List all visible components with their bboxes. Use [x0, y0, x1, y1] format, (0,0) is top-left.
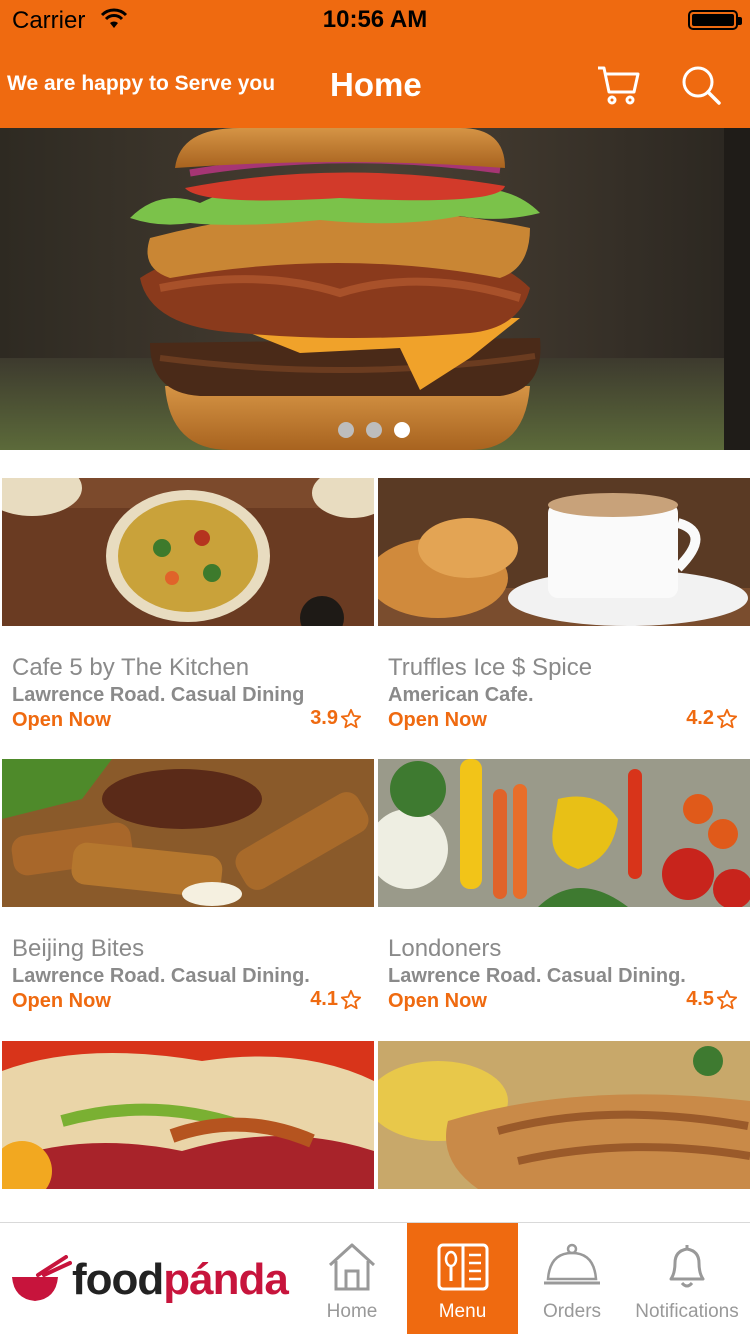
rating-value: 4.5: [686, 988, 714, 1010]
brand-text-panda: pánda: [163, 1255, 289, 1304]
open-status: Open Now: [388, 709, 487, 731]
restaurant-subtitle: Lawrence Road. Casual Dining.: [388, 965, 686, 987]
open-status: Open Now: [388, 990, 487, 1012]
restaurant-card[interactable]: Cafe 5 by The Kitchen Lawrence Road. Cas…: [0, 478, 374, 738]
bell-icon: [669, 1245, 705, 1288]
bowl-icon: [12, 1255, 72, 1301]
page-title: Home: [330, 66, 422, 103]
star-icon: [340, 708, 362, 728]
rating: 4.1: [310, 988, 362, 1011]
tab-bar: foodpánda Home Menu Orders Notifications: [0, 1222, 750, 1334]
restaurant-card[interactable]: Beijing Bites Lawrence Road. Casual Dini…: [0, 759, 374, 1019]
burger-image: [0, 128, 750, 450]
rating-value: 4.2: [686, 707, 714, 729]
rating: 4.5: [686, 988, 738, 1011]
restaurant-name: Londoners: [388, 935, 502, 962]
star-icon: [716, 708, 738, 728]
menu-book-icon: [437, 1243, 488, 1291]
carousel-dot-active[interactable]: [394, 422, 410, 438]
tab-menu[interactable]: Menu: [407, 1223, 518, 1334]
restaurant-card[interactable]: Londoners Lawrence Road. Casual Dining. …: [376, 759, 750, 1019]
restaurant-name: Cafe 5 by The Kitchen: [12, 654, 250, 681]
carousel-indicator[interactable]: [338, 422, 410, 440]
restaurant-subtitle: Lawrence Road. Casual Dining.: [12, 965, 310, 987]
restaurant-image: [2, 1041, 374, 1189]
restaurant-subtitle: Lawrence Road. Casual Dining: [12, 684, 305, 706]
tab-notifications[interactable]: Notifications: [626, 1223, 748, 1334]
foodpanda-logo: foodpánda: [8, 1249, 298, 1313]
rating: 3.9: [310, 707, 362, 730]
status-time: 10:56 AM: [322, 6, 428, 33]
restaurant-image: [378, 1041, 750, 1189]
tab-home[interactable]: Home: [298, 1223, 406, 1334]
restaurant-name: Truffles Ice $ Spice: [388, 654, 593, 681]
tab-label: Menu: [438, 1301, 487, 1322]
tab-label: Home: [326, 1301, 378, 1322]
carousel-dot[interactable]: [366, 422, 382, 438]
brand-text-food: food: [72, 1255, 164, 1304]
status-bar: Carrier 10:56 AM: [0, 0, 750, 40]
restaurant-image: [2, 478, 374, 626]
nav-tagline: We are happy to Serve you: [7, 72, 276, 95]
home-icon: [328, 1243, 376, 1291]
star-icon: [340, 989, 362, 1009]
promo-banner[interactable]: [0, 128, 750, 450]
tab-label: Orders: [542, 1301, 602, 1322]
restaurant-subtitle: American Cafe.: [388, 684, 534, 706]
cart-icon[interactable]: [594, 60, 642, 108]
rating: 4.2: [686, 707, 738, 730]
restaurant-image: [378, 478, 750, 626]
battery-icon: [688, 10, 742, 30]
search-icon[interactable]: [680, 64, 722, 106]
restaurant-card[interactable]: [376, 1041, 750, 1223]
restaurant-card[interactable]: Truffles Ice $ Spice American Cafe. Open…: [376, 478, 750, 738]
star-icon: [716, 989, 738, 1009]
restaurant-name: Beijing Bites: [12, 935, 145, 962]
restaurant-image: [378, 759, 750, 907]
open-status: Open Now: [12, 709, 111, 731]
rating-value: 4.1: [310, 988, 338, 1010]
carousel-dot[interactable]: [338, 422, 354, 438]
nav-bar: We are happy to Serve you Home: [0, 40, 750, 128]
restaurant-image: [2, 759, 374, 907]
open-status: Open Now: [12, 990, 111, 1012]
cloche-icon: [544, 1243, 600, 1285]
rating-value: 3.9: [310, 707, 338, 729]
tab-label: Notifications: [635, 1301, 739, 1322]
tab-orders[interactable]: Orders: [518, 1223, 626, 1334]
restaurant-card[interactable]: [0, 1041, 374, 1223]
